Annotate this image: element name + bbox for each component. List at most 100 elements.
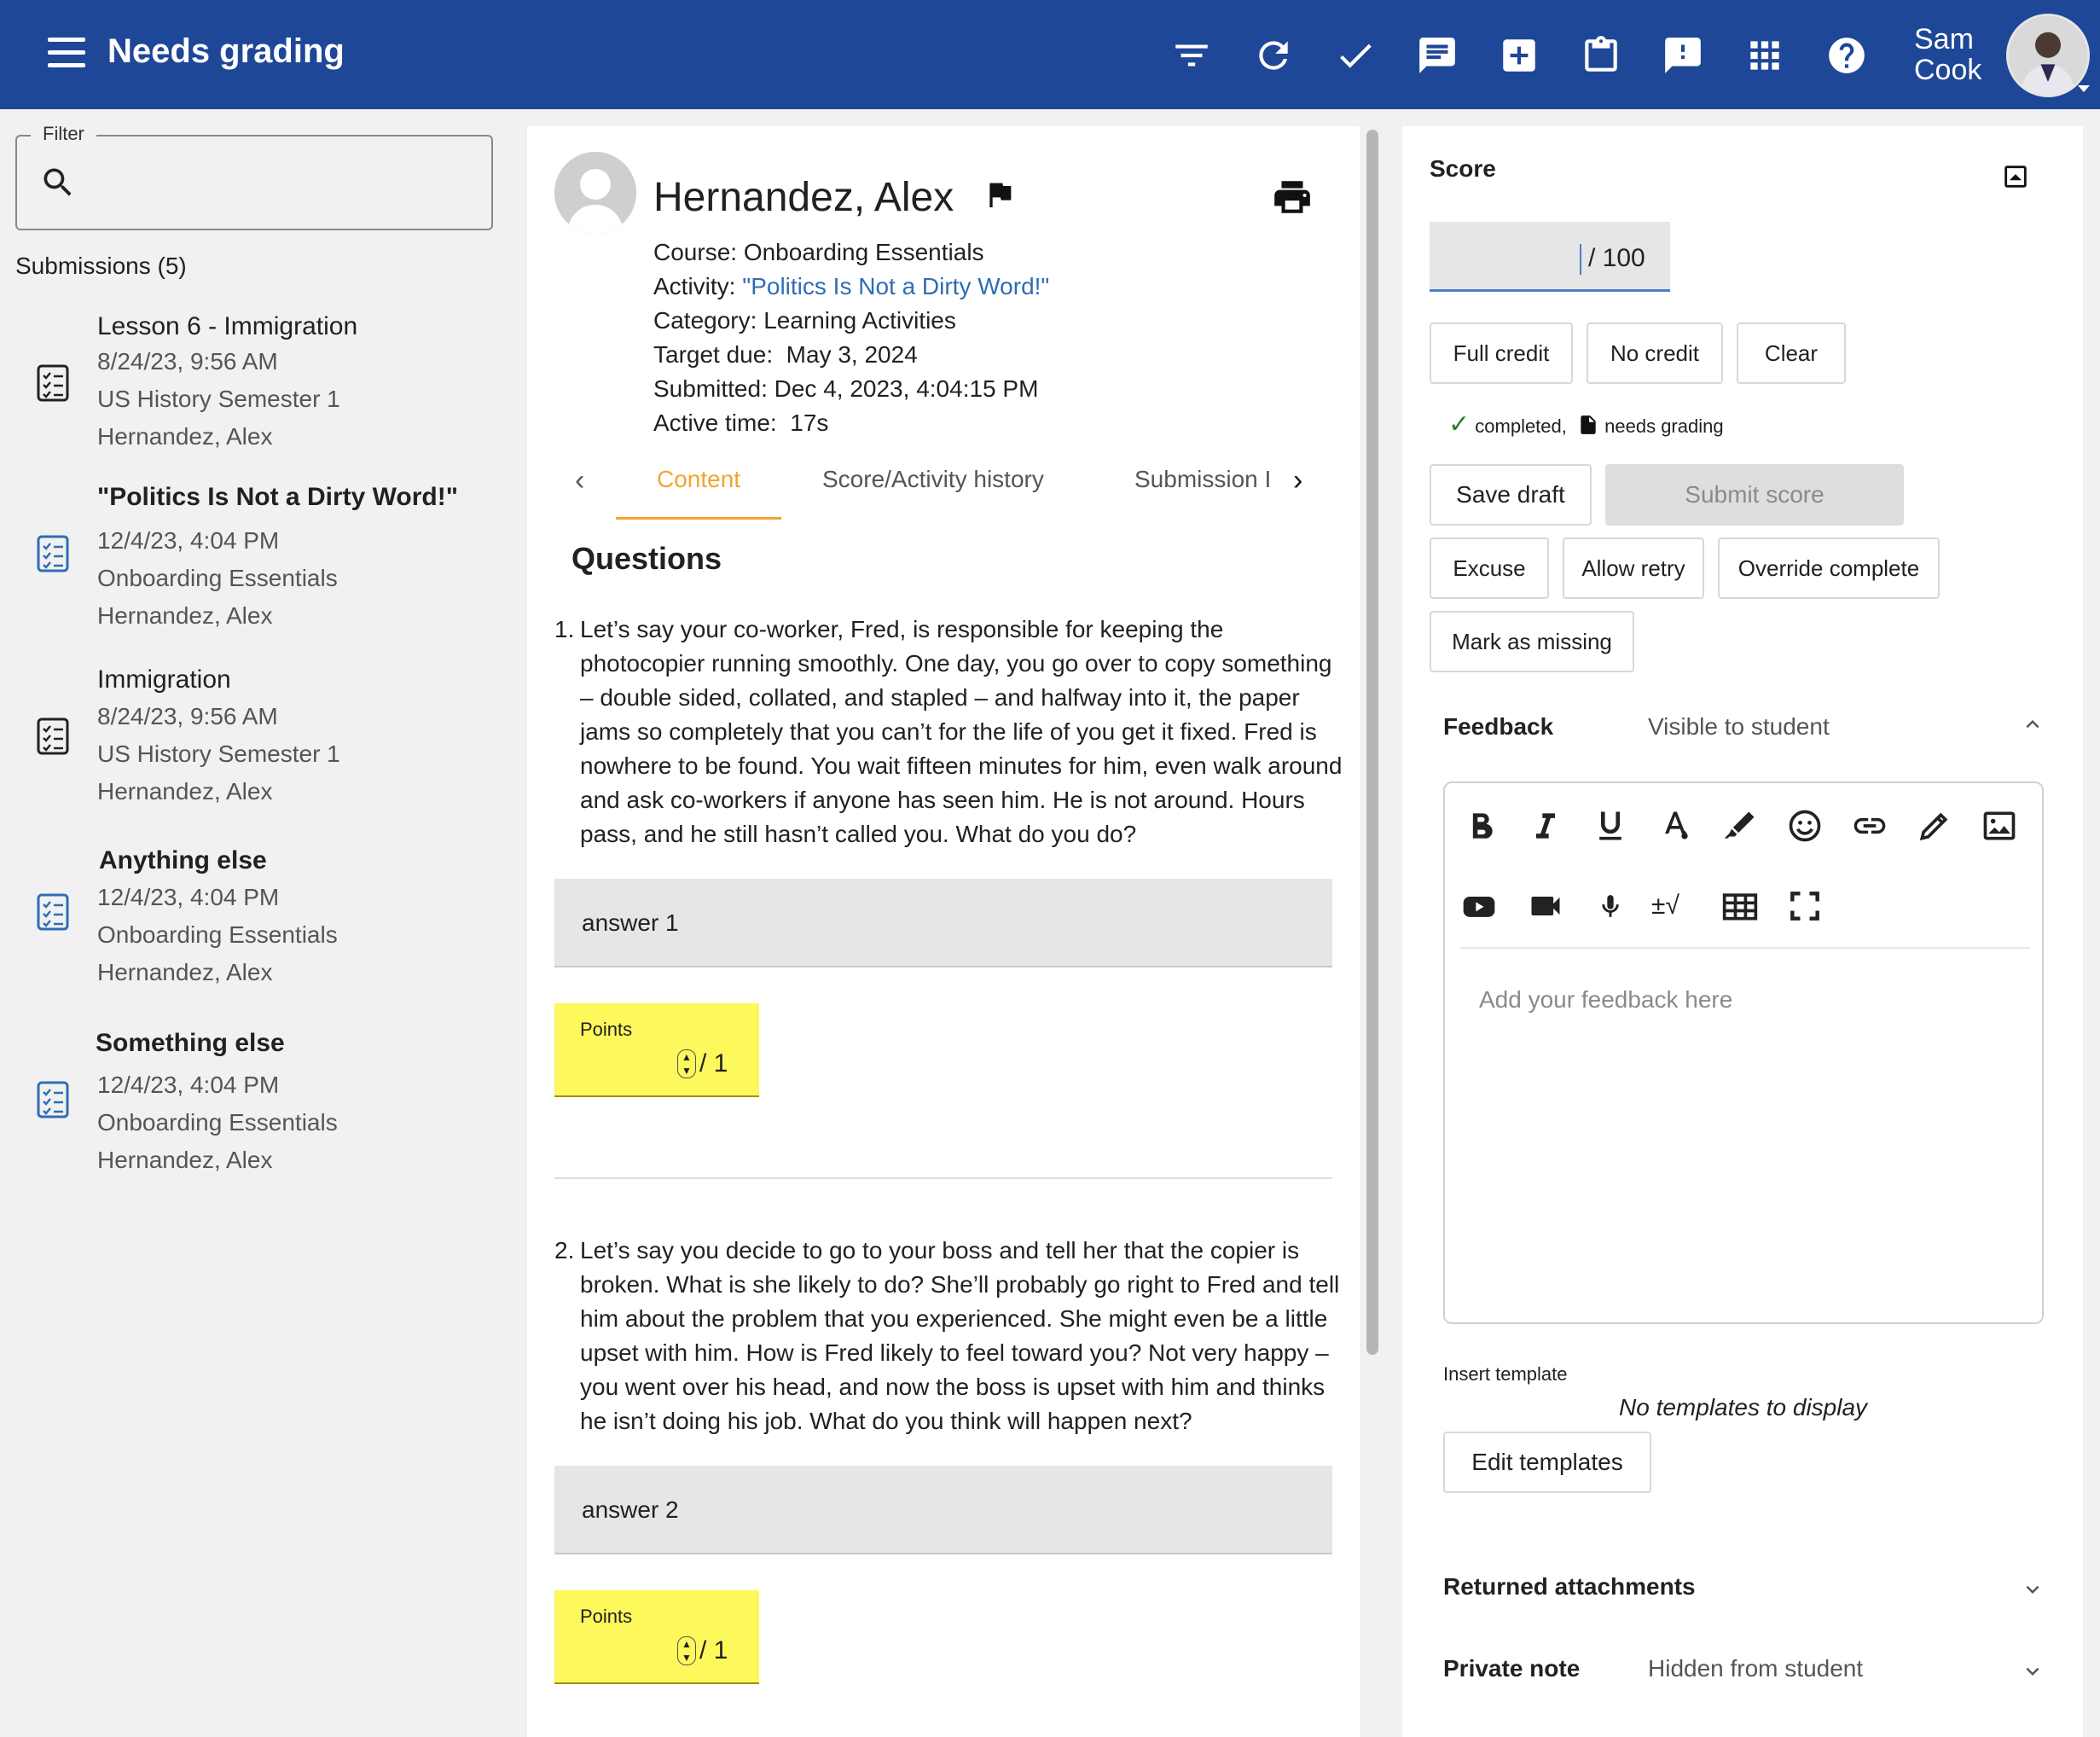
- submission-course: US History Semester 1: [97, 741, 340, 767]
- apps-grid-icon[interactable]: [1743, 34, 1786, 77]
- submission-item[interactable]: "Politics Is Not a Dirty Word!" 12/4/23,…: [0, 473, 510, 654]
- question-2: 2. Let’s say you decide to go to your bo…: [554, 1237, 1340, 1434]
- no-credit-button[interactable]: No credit: [1587, 322, 1723, 384]
- page-title: Needs grading: [107, 32, 345, 70]
- activity-link[interactable]: "Politics Is Not a Dirty Word!": [742, 273, 1049, 299]
- points-stepper-icon[interactable]: ▲ ▼: [677, 1049, 696, 1078]
- content-scrollbar[interactable]: [1366, 130, 1378, 1355]
- bold-icon[interactable]: [1462, 807, 1500, 845]
- feedback-label: Feedback: [1443, 713, 1554, 740]
- points-field-1[interactable]: Points ▲ ▼ / 1: [554, 1003, 759, 1097]
- submission-item[interactable]: Something else 12/4/23, 4:04 PM Onboardi…: [0, 1019, 510, 1206]
- user-name[interactable]: Sam Cook: [1914, 24, 1981, 85]
- assignment-list-icon: [36, 1080, 70, 1119]
- collapse-panel-icon[interactable]: [2001, 162, 2030, 191]
- fullscreen-icon[interactable]: [1786, 887, 1824, 925]
- score-input[interactable]: / 100: [1430, 222, 1670, 292]
- meta-target-due: Target due: May 3, 2024: [653, 341, 918, 368]
- submission-date: 12/4/23, 4:04 PM: [97, 527, 280, 554]
- emoji-icon[interactable]: [1786, 807, 1824, 845]
- submission-student: Hernandez, Alex: [97, 959, 273, 985]
- save-draft-button[interactable]: Save draft: [1430, 464, 1592, 526]
- filter-field[interactable]: [15, 135, 493, 230]
- video-camera-icon[interactable]: [1527, 887, 1564, 925]
- insert-template-label: Insert template: [1443, 1363, 1568, 1385]
- submission-date: 12/4/23, 4:04 PM: [97, 1072, 280, 1098]
- points-field-2[interactable]: Points ▲ ▼ / 1: [554, 1590, 759, 1684]
- allow-retry-button[interactable]: Allow retry: [1563, 537, 1704, 599]
- submissions-count: Submissions (5): [15, 253, 187, 279]
- chevron-down-icon[interactable]: [2020, 1659, 2045, 1684]
- link-icon[interactable]: [1851, 807, 1888, 845]
- submission-date: 8/24/23, 9:56 AM: [97, 703, 278, 729]
- microphone-icon[interactable]: [1592, 887, 1629, 925]
- score-label: Score: [1430, 155, 1496, 182]
- tab-submission[interactable]: Submission I: [1134, 466, 1288, 493]
- italic-icon[interactable]: [1527, 807, 1564, 845]
- top-app-bar: Needs grading Sam Cook: [0, 0, 2100, 109]
- menu-icon[interactable]: [48, 38, 85, 72]
- submission-course: Onboarding Essentials: [97, 1109, 338, 1136]
- tab-content[interactable]: Content: [657, 466, 740, 493]
- submission-status: ✓ completed, needs grading: [1448, 410, 1724, 439]
- meta-category: Category: Learning Activities: [653, 307, 956, 334]
- feedback-editor[interactable]: ±√ Add your feedback here: [1443, 781, 2044, 1324]
- tabs-scroll-right-icon[interactable]: ›: [1293, 464, 1302, 497]
- meta-active-time: Active time: 17s: [653, 410, 829, 436]
- submission-course: US History Semester 1: [97, 386, 340, 412]
- points-stepper-icon[interactable]: ▲ ▼: [677, 1636, 696, 1665]
- clipboard-icon[interactable]: [1580, 34, 1622, 77]
- feedback-visibility: Visible to student: [1648, 713, 1830, 740]
- alert-message-icon[interactable]: [1662, 34, 1704, 77]
- table-icon[interactable]: [1721, 887, 1759, 925]
- question-divider: [554, 1177, 1332, 1179]
- submission-item[interactable]: Lesson 6 - Immigration 8/24/23, 9:56 AM …: [0, 302, 510, 473]
- clear-button[interactable]: Clear: [1737, 322, 1846, 384]
- full-credit-button[interactable]: Full credit: [1430, 322, 1573, 384]
- check-icon[interactable]: [1334, 34, 1377, 77]
- help-icon[interactable]: [1825, 34, 1868, 77]
- meta-submitted: Submitted: Dec 4, 2023, 4:04:15 PM: [653, 375, 1039, 402]
- questions-heading: Questions: [571, 541, 722, 576]
- youtube-icon[interactable]: [1460, 887, 1498, 925]
- refresh-icon[interactable]: [1252, 34, 1295, 77]
- submission-course: Onboarding Essentials: [97, 921, 338, 948]
- submission-title: Lesson 6 - Immigration: [97, 312, 358, 340]
- edit-templates-button[interactable]: Edit templates: [1443, 1432, 1651, 1493]
- mark-as-missing-button[interactable]: Mark as missing: [1430, 611, 1634, 672]
- pencil-icon[interactable]: [1916, 807, 1953, 845]
- submission-date: 8/24/23, 9:56 AM: [97, 348, 278, 375]
- submission-item[interactable]: Anything else 12/4/23, 4:04 PM Onboardin…: [0, 836, 510, 1015]
- flag-icon[interactable]: [983, 176, 1017, 213]
- chevron-down-icon[interactable]: [2020, 1577, 2045, 1602]
- print-icon[interactable]: [1271, 176, 1314, 218]
- grading-panel: Score / 100 Full credit No credit Clear …: [1402, 126, 2083, 1737]
- submit-score-button[interactable]: Submit score: [1605, 464, 1904, 526]
- submission-student: Hernandez, Alex: [97, 778, 273, 805]
- math-formula-icon[interactable]: ±√: [1651, 887, 1703, 925]
- returned-attachments-label[interactable]: Returned attachments: [1443, 1573, 1696, 1600]
- highlighter-icon[interactable]: [1721, 807, 1759, 845]
- image-icon[interactable]: [1981, 807, 2018, 845]
- submission-title: Something else: [96, 1029, 285, 1057]
- chevron-up-icon[interactable]: [2020, 712, 2045, 737]
- submission-student: Hernandez, Alex: [97, 1147, 273, 1173]
- account-menu-caret-icon[interactable]: [2078, 85, 2090, 92]
- comment-icon[interactable]: [1416, 34, 1459, 77]
- private-note-label[interactable]: Private note: [1443, 1655, 1580, 1682]
- submission-item[interactable]: Immigration 8/24/23, 9:56 AM US History …: [0, 655, 510, 829]
- underline-icon[interactable]: [1592, 807, 1629, 845]
- tab-score-activity-history[interactable]: Score/Activity history: [822, 466, 1044, 493]
- excuse-button[interactable]: Excuse: [1430, 537, 1549, 599]
- student-avatar: [554, 152, 636, 234]
- feedback-input[interactable]: Add your feedback here: [1479, 986, 1732, 1014]
- submissions-panel: Filter Submissions (5) Lesson 6 - Immigr…: [0, 109, 510, 1737]
- filter-label: Filter: [31, 123, 96, 145]
- assignment-list-icon: [36, 534, 70, 573]
- text-color-icon[interactable]: [1656, 807, 1694, 845]
- add-box-icon[interactable]: [1498, 34, 1540, 77]
- active-tab-indicator: [616, 517, 781, 520]
- tabs-scroll-left-icon[interactable]: ‹: [575, 464, 584, 497]
- override-complete-button[interactable]: Override complete: [1718, 537, 1940, 599]
- filter-list-icon[interactable]: [1170, 34, 1213, 77]
